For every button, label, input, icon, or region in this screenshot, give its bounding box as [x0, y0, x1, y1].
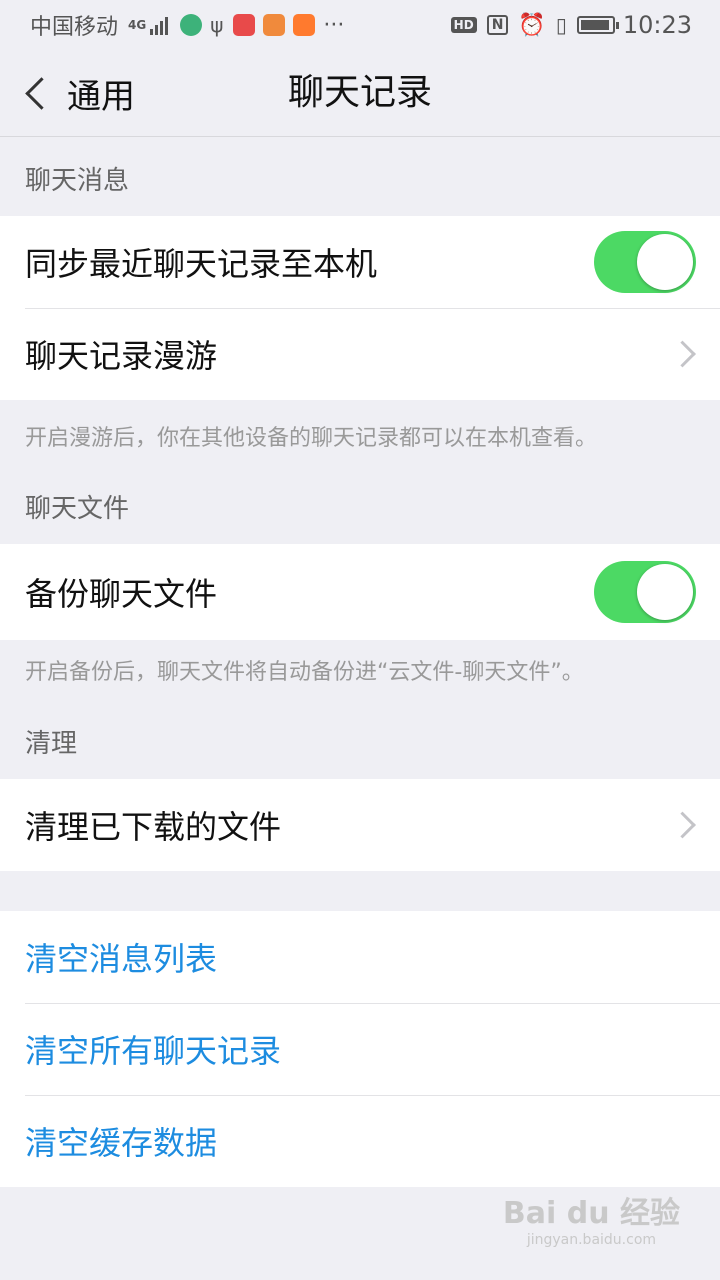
clear-actions-group: 清空消息列表 清空所有聊天记录 清空缓存数据: [0, 911, 720, 1187]
section-header-chat-files: 聊天文件: [25, 494, 130, 524]
battery-level: [580, 20, 609, 30]
status-right: HD N ⏰ ▯ 10:23: [450, 0, 692, 50]
baidu-jingyan-watermark: Bai du 经验 jingyan.baidu.com: [503, 1188, 680, 1248]
nfc-icon: N: [486, 15, 509, 35]
chevron-left-icon: [25, 76, 58, 110]
clear-all-history-row[interactable]: 清空所有聊天记录: [0, 1003, 720, 1095]
hd-icon: HD: [450, 17, 477, 33]
chat-files-group: 备份聊天文件: [0, 544, 720, 640]
backup-chat-files-row: 备份聊天文件: [0, 544, 720, 640]
backup-chat-files-toggle[interactable]: [594, 561, 696, 623]
chevron-right-icon: [669, 340, 696, 368]
network-type: 4G: [128, 18, 147, 32]
nav-bar: 聊天记录 通用: [0, 50, 720, 137]
section-header-chat-messages: 聊天消息: [25, 166, 130, 196]
sync-recent-history-row: 同步最近聊天记录至本机: [0, 216, 720, 308]
video-app-icon: [293, 14, 316, 36]
carrier-name: 中国移动: [30, 15, 119, 40]
signal-icon: [150, 15, 170, 35]
status-left: 中国移动 4G ψ ···: [30, 0, 354, 50]
clean-downloaded-files-label: 清理已下载的文件: [25, 808, 282, 846]
chat-roaming-row[interactable]: 聊天记录漫游: [0, 308, 720, 400]
usb-icon: ψ: [210, 13, 224, 37]
toggle-knob: [637, 234, 693, 290]
section-header-cleanup: 清理: [25, 729, 78, 759]
backup-chat-files-label: 备份聊天文件: [25, 575, 218, 613]
watermark-logo-text: Bai du 经验: [502, 1196, 680, 1231]
chat-roaming-label: 聊天记录漫游: [25, 337, 218, 375]
clean-downloaded-files-row[interactable]: 清理已下载的文件: [0, 779, 720, 871]
chat-messages-group: 同步最近聊天记录至本机 聊天记录漫游: [0, 216, 720, 400]
sync-recent-history-toggle[interactable]: [594, 231, 696, 293]
sync-recent-history-label: 同步最近聊天记录至本机: [25, 245, 378, 283]
status-time: 10:23: [622, 11, 692, 39]
roaming-footnote: 开启漫游后，你在其他设备的聊天记录都可以在本机查看。: [25, 426, 598, 451]
clear-cache-row[interactable]: 清空缓存数据: [0, 1095, 720, 1187]
chevron-right-icon: [669, 811, 696, 839]
status-bar: 中国移动 4G ψ ··· HD N ⏰ ▯ 10:23: [0, 0, 720, 50]
back-button[interactable]: 通用: [20, 50, 135, 136]
toggle-knob: [637, 564, 693, 620]
battery-icon: [576, 16, 619, 34]
clear-message-list-label: 清空消息列表: [25, 940, 218, 978]
clear-cache-label: 清空缓存数据: [25, 1124, 218, 1162]
securities-app-icon: [233, 14, 256, 36]
vibrate-icon: ▯: [555, 13, 567, 37]
more-notifications-icon: ···: [323, 12, 345, 38]
clear-all-history-label: 清空所有聊天记录: [25, 1032, 282, 1070]
back-button-label: 通用: [67, 76, 135, 117]
cleanup-group: 清理已下载的文件: [0, 779, 720, 871]
backup-footnote: 开启备份后，聊天文件将自动备份进“云文件-聊天文件”。: [25, 660, 584, 685]
globe-app-icon: [180, 14, 203, 36]
alarm-icon: ⏰: [518, 12, 546, 38]
shop-app-icon: [263, 14, 286, 36]
watermark-url: jingyan.baidu.com: [526, 1232, 657, 1248]
clear-message-list-row[interactable]: 清空消息列表: [0, 911, 720, 1003]
